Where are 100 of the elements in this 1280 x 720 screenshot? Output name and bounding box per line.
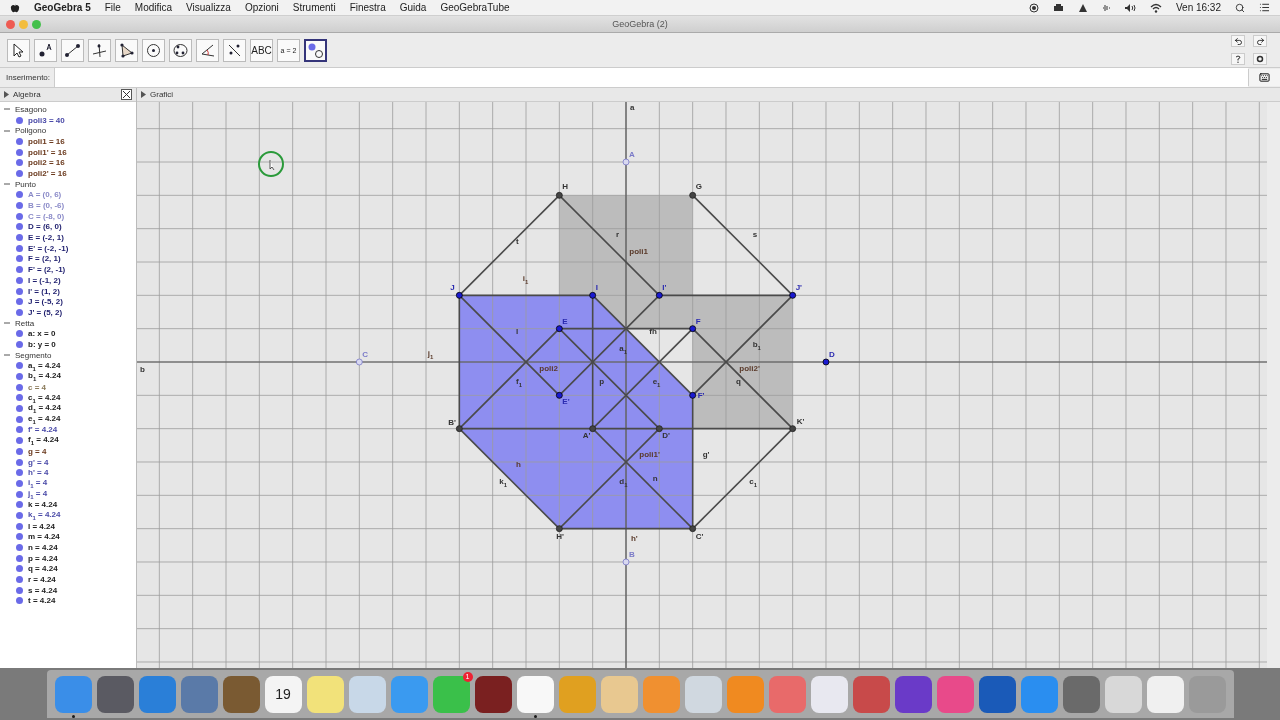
group-header[interactable]: Segmento	[15, 350, 52, 360]
triangle-icon[interactable]	[1077, 2, 1088, 13]
visibility-dot[interactable]	[16, 576, 23, 584]
algebra-item[interactable]: c$_{1}$ = 4.24	[28, 392, 61, 404]
visibility-dot[interactable]	[16, 298, 23, 306]
wifi-icon[interactable]	[1149, 2, 1162, 13]
menu-item[interactable]: Guida	[399, 2, 427, 13]
algebra-item[interactable]: f' = 4.24	[28, 425, 58, 435]
algebra-item[interactable]: p = 4.24	[28, 553, 58, 563]
algebra-item[interactable]: h' = 4	[28, 468, 49, 478]
visibility-dot[interactable]	[16, 244, 23, 252]
visibility-dot[interactable]	[16, 373, 23, 381]
collapse-icon[interactable]	[4, 106, 10, 113]
visibility-dot[interactable]	[16, 116, 23, 124]
menu-item[interactable]: Opzioni	[244, 2, 279, 13]
visibility-dot[interactable]	[16, 511, 23, 519]
visibility-dot[interactable]	[16, 362, 23, 370]
algebra-item[interactable]: I = (-1, 2)	[28, 275, 61, 285]
visibility-dot[interactable]	[16, 415, 23, 423]
visibility-dot[interactable]	[16, 212, 23, 220]
group-header[interactable]: Punto	[15, 179, 36, 189]
algebra-item[interactable]: poli2 = 16	[28, 158, 65, 168]
point[interactable]	[689, 391, 697, 399]
tool-button[interactable]	[34, 38, 57, 62]
app-icon[interactable]	[96, 675, 134, 713]
algebra-item[interactable]: poli1' = 16	[28, 147, 67, 157]
visibility-dot[interactable]	[16, 191, 23, 199]
apple-logo-icon[interactable]	[10, 2, 20, 13]
point[interactable]	[555, 191, 563, 199]
app-icon[interactable]: 19	[264, 675, 302, 713]
collapse-icon[interactable]	[4, 127, 10, 134]
app-icon[interactable]	[894, 675, 932, 713]
tool-button[interactable]	[304, 38, 327, 62]
algebra-item[interactable]: q = 4.24	[28, 564, 58, 574]
menu-icon[interactable]	[1259, 2, 1270, 13]
algebra-item[interactable]: k = 4.24	[28, 500, 58, 510]
point[interactable]	[655, 291, 663, 299]
algebra-item[interactable]: J = (-5, 2)	[28, 297, 63, 307]
collapse-icon[interactable]	[4, 181, 10, 188]
app-icon[interactable]	[516, 675, 554, 713]
algebra-item[interactable]: d$_{1}$ = 4.24	[28, 403, 61, 414]
algebra-item[interactable]: D = (6, 0)	[28, 222, 62, 232]
tool-button[interactable]	[7, 38, 30, 62]
visibility-dot[interactable]	[16, 137, 23, 145]
menu-item[interactable]: Modifica	[134, 2, 173, 13]
algebra-item[interactable]: j$_{1}$ = 4	[28, 488, 48, 500]
visibility-dot[interactable]	[16, 234, 23, 242]
visibility-dot[interactable]	[16, 586, 23, 594]
visibility-dot[interactable]	[16, 565, 23, 573]
algebra-item[interactable]: F' = (2, -1)	[28, 265, 66, 275]
app-icon[interactable]	[474, 675, 512, 713]
algebra-item[interactable]: r = 4.24	[28, 575, 56, 585]
algebra-item[interactable]: n = 4.24	[28, 543, 58, 553]
visibility-dot[interactable]	[16, 447, 23, 455]
visibility-dot[interactable]	[16, 159, 23, 167]
app-menu[interactable]: GeoGebra 5	[34, 2, 91, 13]
algebra-item[interactable]: poli1 = 16	[28, 136, 65, 146]
point[interactable]	[689, 191, 697, 199]
algebra-item[interactable]: e$_{1}$ = 4.24	[28, 414, 61, 425]
group-header[interactable]: Poligono	[15, 126, 47, 136]
visibility-dot[interactable]	[16, 426, 23, 434]
algebra-item[interactable]: b: y = 0	[28, 339, 56, 349]
menu-item[interactable]: Strumenti	[292, 2, 336, 13]
point[interactable]	[789, 425, 797, 433]
close-button[interactable]	[121, 89, 132, 100]
collapse-icon[interactable]	[4, 352, 10, 359]
visibility-dot[interactable]	[16, 383, 23, 391]
clock[interactable]: Ven 16:32	[1175, 2, 1221, 13]
tool-button[interactable]: ABC	[250, 38, 273, 62]
tool-button[interactable]	[115, 38, 138, 62]
point[interactable]	[555, 525, 563, 533]
input-field[interactable]	[54, 68, 1248, 87]
app-icon[interactable]	[1062, 675, 1100, 713]
undo-button[interactable]	[1231, 35, 1245, 47]
visibility-dot[interactable]	[16, 533, 23, 541]
tool-button[interactable]	[88, 38, 111, 62]
point[interactable]	[555, 325, 563, 333]
visibility-dot[interactable]	[16, 266, 23, 274]
keyboard-button[interactable]	[1248, 69, 1280, 86]
algebra-item[interactable]: poli3 = 40	[28, 115, 65, 125]
point[interactable]	[822, 358, 830, 366]
waveform-icon[interactable]	[1101, 2, 1110, 13]
visibility-dot[interactable]	[16, 501, 23, 509]
visibility-dot[interactable]	[16, 394, 23, 402]
algebra-item[interactable]: l = 4.24	[28, 521, 55, 531]
algebra-item[interactable]: m = 4.24	[28, 532, 60, 542]
expand-icon[interactable]	[4, 91, 9, 98]
menu-item[interactable]: Finestra	[349, 2, 386, 13]
visibility-dot[interactable]	[16, 255, 23, 263]
search-icon[interactable]	[1235, 2, 1245, 13]
visibility-dot[interactable]	[16, 340, 23, 348]
tool-button[interactable]	[61, 38, 84, 62]
point[interactable]	[555, 391, 563, 399]
visibility-dot[interactable]	[16, 169, 23, 177]
visibility-dot[interactable]	[16, 223, 23, 231]
visibility-dot[interactable]	[16, 437, 23, 445]
menu-item[interactable]: File	[104, 2, 121, 13]
menu-item[interactable]: GeoGebraTube	[440, 2, 510, 13]
algebra-item[interactable]: a: x = 0	[28, 329, 56, 339]
algebra-item[interactable]: c = 4	[28, 382, 46, 392]
